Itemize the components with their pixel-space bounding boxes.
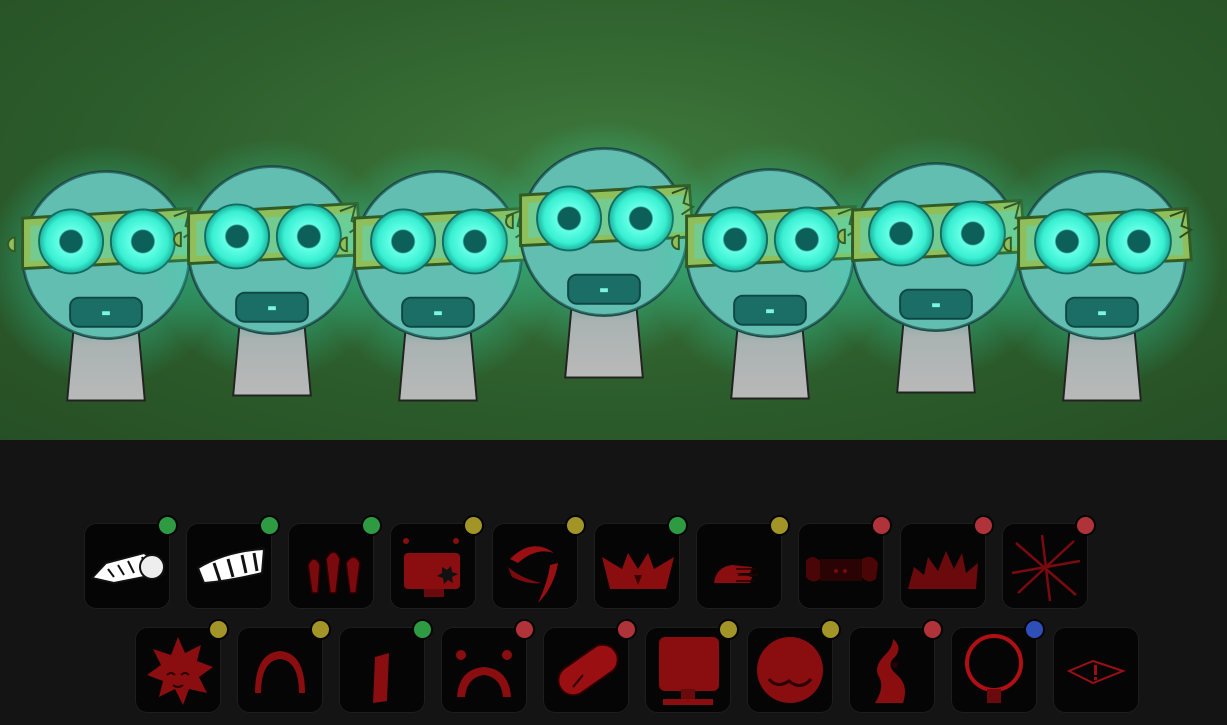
indicator-dot bbox=[565, 515, 586, 536]
indicator-dot bbox=[514, 619, 535, 640]
indicator-dot bbox=[361, 515, 382, 536]
dark-eyes-icon[interactable] bbox=[798, 515, 892, 609]
fire-shape-icon[interactable] bbox=[900, 515, 994, 609]
indicator-dot bbox=[310, 619, 331, 640]
swirl-claws-icon[interactable] bbox=[492, 515, 586, 609]
twisted-figure-icon[interactable] bbox=[849, 619, 943, 713]
monitor-stand-icon[interactable] bbox=[645, 619, 739, 713]
indicator-dot bbox=[820, 619, 841, 640]
character-lineup bbox=[0, 118, 1225, 402]
stage bbox=[0, 0, 1227, 441]
indicator-dot bbox=[667, 515, 688, 536]
spiky-crown-icon[interactable] bbox=[594, 515, 688, 609]
indicator-dot bbox=[871, 515, 892, 536]
indicator-dot bbox=[208, 619, 229, 640]
sad-face-icon[interactable] bbox=[441, 619, 535, 713]
sound-icon-tray bbox=[0, 440, 1227, 725]
triple-drips-icon[interactable] bbox=[288, 515, 382, 609]
character-7[interactable] bbox=[979, 141, 1225, 402]
indicator-dot bbox=[157, 515, 178, 536]
warning-eye-icon[interactable] bbox=[1053, 627, 1139, 713]
broken-monitor-icon[interactable] bbox=[390, 515, 484, 609]
indicator-dot bbox=[769, 515, 790, 536]
indicator-dot bbox=[1075, 515, 1096, 536]
indicator-dot bbox=[259, 515, 280, 536]
scratched-hand-icon[interactable] bbox=[696, 515, 790, 609]
spiky-ball-icon[interactable] bbox=[135, 619, 229, 713]
indicator-dot bbox=[412, 619, 433, 640]
capsule-icon[interactable] bbox=[543, 619, 637, 713]
bandage-mouth-icon[interactable] bbox=[186, 515, 280, 609]
bandaged-bone-icon[interactable] bbox=[84, 515, 178, 609]
indicator-dot bbox=[922, 619, 943, 640]
arch-icon[interactable] bbox=[237, 619, 331, 713]
indicator-dot bbox=[1024, 619, 1045, 640]
red-bar-icon[interactable] bbox=[339, 619, 433, 713]
indicator-dot bbox=[463, 515, 484, 536]
indicator-dot bbox=[718, 619, 739, 640]
crossed-lines-icon[interactable] bbox=[1002, 515, 1096, 609]
ring-icon[interactable] bbox=[951, 619, 1045, 713]
indicator-dot bbox=[616, 619, 637, 640]
indicator-dot bbox=[973, 515, 994, 536]
round-mask-icon[interactable] bbox=[747, 619, 841, 713]
